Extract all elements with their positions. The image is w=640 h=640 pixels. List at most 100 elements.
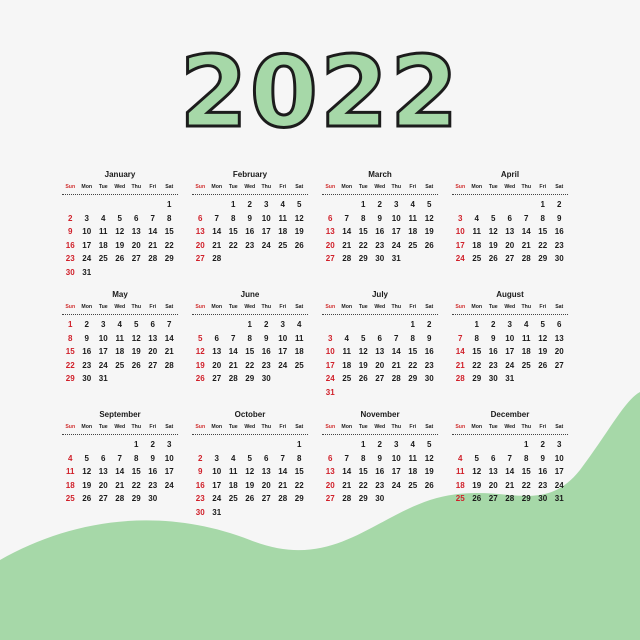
day-cell-sunday: 27 <box>325 254 335 263</box>
day-cell: 30 <box>488 374 498 383</box>
day-cell: 9 <box>557 213 562 223</box>
day-cell: 7 <box>344 453 349 463</box>
day-cell: 27 <box>98 494 108 503</box>
day-cell: 26 <box>488 254 498 263</box>
day-cell: 24 <box>164 480 174 490</box>
dotted-divider <box>322 314 438 315</box>
day-cell-sunday: 12 <box>195 347 205 356</box>
weekday-label-tue: Tue <box>228 424 238 430</box>
day-cell: 19 <box>538 347 548 356</box>
day-cell: 5 <box>427 200 432 209</box>
day-cell: 2 <box>264 320 269 329</box>
day-cell: 5 <box>297 200 302 209</box>
weekday-header: Sun Mon Tue Wed Thu Fri Sat <box>322 182 438 193</box>
day-cell: 1 <box>297 440 302 449</box>
day-cell: 23 <box>261 360 271 370</box>
weekday-label-sat: Sat <box>295 424 304 430</box>
empty-day-cell <box>485 198 502 212</box>
day-cell: 11 <box>472 227 481 236</box>
day-cell: 1 <box>134 440 139 449</box>
day-cell: 23 <box>375 240 385 250</box>
day-cell: 8 <box>167 213 172 223</box>
day-cell: 15 <box>358 467 368 476</box>
weekday-label-fri: Fri <box>149 424 157 430</box>
day-cell: 17 <box>554 467 564 476</box>
day-cell: 28 <box>115 494 125 503</box>
weekday-label-wed: Wed <box>114 304 126 310</box>
day-grid: 1 2 3 4 5 6 7 8 9 10 11 12 13 14 15 16 17 18 19 20 21 22 23 24 2… <box>62 438 178 506</box>
day-cell: 5 <box>134 320 139 329</box>
day-cell-sunday: 24 <box>455 254 465 263</box>
day-cell-sunday: 9 <box>68 227 73 236</box>
day-cell: 15 <box>538 227 548 236</box>
empty-day-cell <box>518 198 535 212</box>
day-cell-sunday: 29 <box>65 374 75 383</box>
weekday-label-tue: Tue <box>488 184 498 190</box>
day-cell: 8 <box>524 453 529 463</box>
day-cell: 14 <box>342 227 352 236</box>
empty-day-cell <box>62 198 79 212</box>
empty-day-cell <box>322 198 339 212</box>
day-cell: 22 <box>358 480 368 490</box>
weekday-label-wed: Wed <box>114 184 126 190</box>
day-cell: 9 <box>264 333 269 343</box>
day-grid: 1 2 3 4 5 6 7 8 9 10 11 12 13 14 15 16 17 18 19 20 21 22 23 24 2… <box>192 198 308 266</box>
day-cell-sunday: 15 <box>65 347 75 356</box>
day-cell: 12 <box>424 453 434 463</box>
dotted-divider <box>192 434 308 435</box>
day-cell: 30 <box>148 494 158 503</box>
weekday-label-sun: Sun <box>65 304 76 310</box>
day-cell: 17 <box>391 227 401 236</box>
day-cell: 27 <box>212 374 222 383</box>
weekday-label-fri: Fri <box>409 304 417 310</box>
weekday-label-sun: Sun <box>325 304 336 310</box>
day-cell: 28 <box>391 374 401 383</box>
empty-day-cell <box>452 438 469 452</box>
day-cell: 7 <box>394 333 399 343</box>
day-cell: 31 <box>212 507 222 517</box>
empty-day-cell <box>372 318 389 332</box>
day-cell: 27 <box>554 360 564 370</box>
day-cell: 14 <box>115 467 125 476</box>
weekday-label-thu: Thu <box>261 424 271 430</box>
month-december: December Sun Mon Tue Wed Thu Fri Sat 1 2 3 4 5 6 7 8 9 10… <box>452 408 568 519</box>
dotted-divider <box>452 194 568 195</box>
day-cell-sunday: 11 <box>456 467 465 476</box>
day-cell: 2 <box>150 440 155 449</box>
dotted-divider <box>452 434 568 435</box>
day-cell: 25 <box>408 240 418 250</box>
day-cell-sunday: 4 <box>68 453 73 463</box>
day-cell: 15 <box>358 227 368 236</box>
day-cell: 15 <box>245 347 255 356</box>
day-cell: 20 <box>375 360 385 370</box>
day-cell: 29 <box>131 494 141 503</box>
empty-day-cell <box>209 198 226 212</box>
month-name: November <box>360 410 400 419</box>
day-cell-sunday: 14 <box>455 347 465 356</box>
day-cell-sunday: 3 <box>458 213 463 223</box>
day-cell: 29 <box>358 494 368 503</box>
day-cell: 4 <box>524 320 529 329</box>
weekday-label-mon: Mon <box>81 304 93 310</box>
day-cell: 18 <box>278 227 288 236</box>
weekday-label-sun: Sun <box>455 184 466 190</box>
day-cell: 24 <box>82 254 92 263</box>
day-cell: 11 <box>408 213 417 223</box>
day-cell: 13 <box>554 333 564 343</box>
day-cell: 1 <box>361 440 366 449</box>
day-cell: 21 <box>342 480 352 490</box>
day-cell-sunday: 17 <box>455 240 465 250</box>
day-cell-sunday: 5 <box>198 333 203 343</box>
day-cell-sunday: 22 <box>65 360 75 370</box>
empty-day-cell <box>192 318 209 332</box>
day-cell: 29 <box>245 374 255 383</box>
weekday-label-sun: Sun <box>455 304 466 310</box>
day-cell-sunday: 25 <box>65 494 75 503</box>
weekday-label-sat: Sat <box>425 424 434 430</box>
day-grid: 1 2 3 4 5 6 7 8 9 10 11 12 13 14 15 16 17 18 19 20 21 22 23 24 2… <box>192 438 308 519</box>
day-cell: 8 <box>247 333 252 343</box>
day-cell: 16 <box>245 227 255 236</box>
day-cell: 24 <box>278 360 288 370</box>
day-cell: 15 <box>164 227 174 236</box>
day-cell: 4 <box>280 200 285 209</box>
